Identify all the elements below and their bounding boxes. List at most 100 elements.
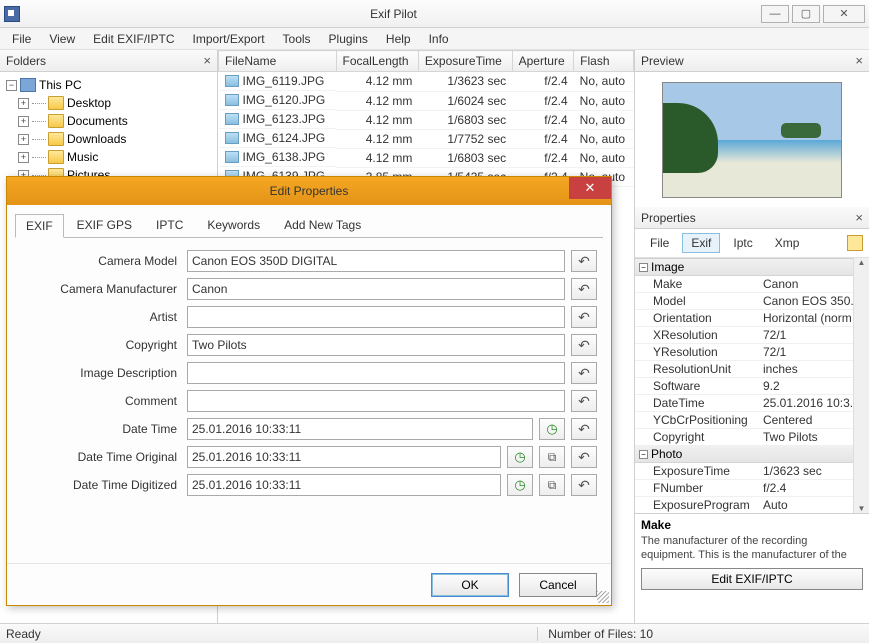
dtab-iptc[interactable]: IPTC <box>145 213 194 237</box>
properties-scrollbar[interactable] <box>853 258 869 513</box>
prop-group[interactable]: −Photo <box>635 446 869 463</box>
menu-view[interactable]: View <box>41 30 83 48</box>
menu-help[interactable]: Help <box>378 30 419 48</box>
undo-icon[interactable] <box>571 362 597 384</box>
close-button[interactable]: ✕ <box>823 5 865 23</box>
cell-et: 1/6803 sec <box>418 110 512 129</box>
input-camera-model[interactable] <box>187 250 565 272</box>
table-row[interactable]: IMG_6119.JPG4.12 mm1/3623 secf/2.4No, au… <box>219 72 634 92</box>
prop-row[interactable]: MakeCanon <box>635 276 869 293</box>
input-comment[interactable] <box>187 390 565 412</box>
input-date-time-original[interactable] <box>187 446 501 468</box>
tree-item-documents[interactable]: + Documents <box>2 112 215 130</box>
ok-button[interactable]: OK <box>431 573 509 597</box>
dtab-exif[interactable]: EXIF <box>15 214 64 238</box>
prop-row[interactable]: OrientationHorizontal (normal) <box>635 310 869 327</box>
properties-header: Properties × <box>635 207 869 229</box>
prop-row[interactable]: ModelCanon EOS 350... <box>635 293 869 310</box>
prop-row[interactable]: Software9.2 <box>635 378 869 395</box>
edit-exif-iptc-button[interactable]: Edit EXIF/IPTC <box>641 568 863 590</box>
table-row[interactable]: IMG_6120.JPG4.12 mm1/6024 secf/2.4No, au… <box>219 91 634 110</box>
cell-et: 1/6803 sec <box>418 148 512 167</box>
tree-item-downloads[interactable]: + Downloads <box>2 130 215 148</box>
undo-icon[interactable] <box>571 390 597 412</box>
prop-row[interactable]: YCbCrPositioningCentered <box>635 412 869 429</box>
undo-icon[interactable] <box>571 474 597 496</box>
dtab-exif-gps[interactable]: EXIF GPS <box>66 213 143 237</box>
resize-grip[interactable] <box>597 591 609 603</box>
clock-icon[interactable] <box>539 418 565 440</box>
prop-row[interactable]: ExposureProgramAuto <box>635 497 869 513</box>
col-aperture[interactable]: Aperture <box>512 51 574 72</box>
minimize-button[interactable]: — <box>761 5 789 23</box>
prop-row[interactable]: FNumberf/2.4 <box>635 480 869 497</box>
undo-icon[interactable] <box>571 306 597 328</box>
maximize-button[interactable]: ▢ <box>792 5 820 23</box>
dialog-close-button[interactable]: ✕ <box>569 177 611 199</box>
input-copyright[interactable] <box>187 334 565 356</box>
properties-close-icon[interactable]: × <box>855 210 863 225</box>
menu-info[interactable]: Info <box>421 30 457 48</box>
table-row[interactable]: IMG_6138.JPG4.12 mm1/6803 secf/2.4No, au… <box>219 148 634 167</box>
cell-filename: IMG_6123.JPG <box>243 112 326 126</box>
input-camera-manufacturer[interactable] <box>187 278 565 300</box>
ptab-exif[interactable]: Exif <box>682 233 720 253</box>
undo-icon[interactable] <box>571 334 597 356</box>
prop-key: ExposureProgram <box>653 498 763 512</box>
prop-row[interactable]: ResolutionUnitinches <box>635 361 869 378</box>
dialog-titlebar[interactable]: Edit Properties ✕ <box>7 177 611 205</box>
prop-group[interactable]: −Image <box>635 259 869 276</box>
clock-icon[interactable] <box>507 446 533 468</box>
expand-icon[interactable]: + <box>18 152 29 163</box>
dtab-keywords[interactable]: Keywords <box>196 213 271 237</box>
prop-row[interactable]: YResolution72/1 <box>635 344 869 361</box>
input-image-description[interactable] <box>187 362 565 384</box>
expand-icon[interactable]: + <box>18 134 29 145</box>
dialog-tabs: EXIF EXIF GPS IPTC Keywords Add New Tags <box>7 205 611 237</box>
menu-tools[interactable]: Tools <box>275 30 319 48</box>
properties-options-icon[interactable] <box>847 235 863 251</box>
col-flash[interactable]: Flash <box>574 51 634 72</box>
prop-row[interactable]: ExposureTime1/3623 sec <box>635 463 869 480</box>
tree-root[interactable]: − This PC <box>2 76 215 94</box>
prop-row[interactable]: CopyrightTwo Pilots <box>635 429 869 446</box>
preview-close-icon[interactable]: × <box>855 53 863 68</box>
copy-icon[interactable] <box>539 446 565 468</box>
undo-icon[interactable] <box>571 250 597 272</box>
prop-key: Make <box>653 277 763 291</box>
undo-icon[interactable] <box>571 446 597 468</box>
input-date-time-digitized[interactable] <box>187 474 501 496</box>
col-focallength[interactable]: FocalLength <box>336 51 418 72</box>
expand-icon[interactable]: + <box>18 98 29 109</box>
menu-plugins[interactable]: Plugins <box>321 30 376 48</box>
menu-edit-exif-iptc[interactable]: Edit EXIF/IPTC <box>85 30 182 48</box>
expand-icon[interactable]: + <box>18 116 29 127</box>
input-artist[interactable] <box>187 306 565 328</box>
prop-row[interactable]: XResolution72/1 <box>635 327 869 344</box>
copy-icon[interactable] <box>539 474 565 496</box>
menu-import-export[interactable]: Import/Export <box>185 30 273 48</box>
folders-close-icon[interactable]: × <box>203 53 211 68</box>
dtab-add-new-tags[interactable]: Add New Tags <box>273 213 372 237</box>
preview-image <box>662 82 842 198</box>
ptab-iptc[interactable]: Iptc <box>724 233 761 253</box>
prop-row[interactable]: DateTime25.01.2016 10:3... <box>635 395 869 412</box>
table-row[interactable]: IMG_6124.JPG4.12 mm1/7752 secf/2.4No, au… <box>219 129 634 148</box>
collapse-icon[interactable]: − <box>6 80 17 91</box>
cancel-button[interactable]: Cancel <box>519 573 597 597</box>
col-exposuretime[interactable]: ExposureTime <box>418 51 512 72</box>
ptab-xmp[interactable]: Xmp <box>766 233 809 253</box>
undo-icon[interactable] <box>571 418 597 440</box>
preview-header: Preview × <box>635 50 869 72</box>
input-date-time[interactable] <box>187 418 533 440</box>
menu-file[interactable]: File <box>4 30 39 48</box>
clock-icon[interactable] <box>507 474 533 496</box>
tree-item-music[interactable]: + Music <box>2 148 215 166</box>
collapse-icon[interactable]: − <box>639 450 648 459</box>
collapse-icon[interactable]: − <box>639 263 648 272</box>
tree-item-desktop[interactable]: + Desktop <box>2 94 215 112</box>
table-row[interactable]: IMG_6123.JPG4.12 mm1/6803 secf/2.4No, au… <box>219 110 634 129</box>
col-filename[interactable]: FileName <box>219 51 337 72</box>
ptab-file[interactable]: File <box>641 233 678 253</box>
undo-icon[interactable] <box>571 278 597 300</box>
